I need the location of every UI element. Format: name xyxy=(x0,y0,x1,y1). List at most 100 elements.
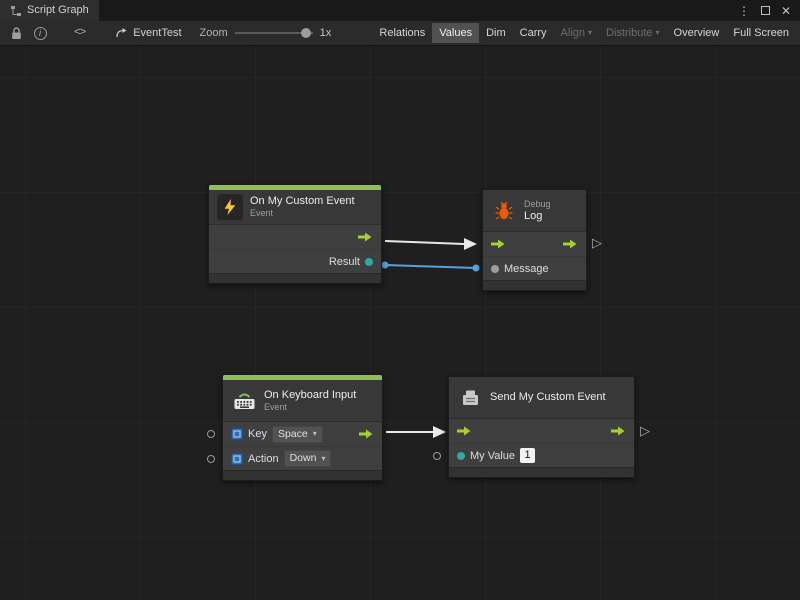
info-icon-glyph: i xyxy=(34,27,47,40)
toolbar-buttons: Relations Values Dim Carry Align ▾ Distr… xyxy=(372,23,796,43)
relations-button[interactable]: Relations xyxy=(372,23,432,43)
graph-file-icon xyxy=(115,27,128,39)
value-input-port-key[interactable] xyxy=(207,430,215,438)
node-body: Key Space ▾ Action Down xyxy=(223,422,382,470)
window-controls: ⋮ ✕ xyxy=(729,0,800,21)
dim-button-label: Dim xyxy=(486,27,506,39)
align-button[interactable]: Align ▾ xyxy=(554,23,599,43)
keycode-type-icon xyxy=(231,428,243,440)
port-row: Message xyxy=(483,256,586,280)
node-footer xyxy=(449,467,634,477)
node-body: Message xyxy=(483,232,586,280)
full-screen-button[interactable]: Full Screen xyxy=(726,23,796,43)
overview-button[interactable]: Overview xyxy=(667,23,727,43)
wire-endpoint-dot xyxy=(382,262,389,269)
action-dropdown[interactable]: Down ▾ xyxy=(284,450,332,467)
align-button-label: Align xyxy=(561,27,585,39)
connection-value-result-to-message[interactable] xyxy=(385,265,476,268)
flow-output-port[interactable] xyxy=(611,426,626,436)
flow-output-port[interactable] xyxy=(359,429,374,439)
node-title: On My Custom Event xyxy=(250,195,355,208)
distribute-button-label: Distribute xyxy=(606,27,652,39)
dim-button[interactable]: Dim xyxy=(479,23,513,43)
carry-button-label: Carry xyxy=(520,27,547,39)
tab-script-graph[interactable]: Script Graph xyxy=(0,0,99,21)
connection-flow-event-to-log[interactable] xyxy=(385,241,464,244)
key-dropdown[interactable]: Space ▾ xyxy=(272,426,323,443)
zoom-slider[interactable] xyxy=(235,26,313,40)
node-body: My Value 1 xyxy=(449,419,634,467)
lock-icon[interactable] xyxy=(4,23,28,44)
code-icon[interactable]: <> xyxy=(74,27,85,39)
graph-name-selector[interactable]: EventTest xyxy=(115,27,181,39)
flow-input-port[interactable] xyxy=(491,239,506,249)
port-label-message: Message xyxy=(504,263,549,275)
node-subtitle: Event xyxy=(264,402,356,413)
menu-icon[interactable]: ⋮ xyxy=(738,5,750,17)
key-dropdown-value: Space xyxy=(278,428,308,441)
close-icon[interactable]: ✕ xyxy=(781,5,791,17)
node-footer xyxy=(223,470,382,480)
port-row: Action Down ▾ xyxy=(223,446,382,470)
chevron-down-icon: ▾ xyxy=(588,29,592,37)
connection-layer xyxy=(0,46,800,600)
node-on-keyboard-input[interactable]: On Keyboard Input Event Key Space ▾ xyxy=(222,374,383,481)
flow-output-port[interactable] xyxy=(358,232,373,242)
value-input-dot-my-value[interactable] xyxy=(457,452,465,460)
branch-marker: ▷ xyxy=(640,424,650,437)
port-row: Result xyxy=(209,249,381,273)
zoom-slider-handle[interactable] xyxy=(301,28,311,38)
maximize-icon[interactable] xyxy=(761,6,770,15)
value-input-port-action[interactable] xyxy=(207,455,215,463)
action-type-icon xyxy=(231,453,243,465)
node-send-my-custom-event[interactable]: Send My Custom Event My Value 1 xyxy=(448,376,635,478)
port-row xyxy=(209,225,381,249)
port-row: My Value 1 xyxy=(449,443,634,467)
connection-arrowhead xyxy=(464,238,477,250)
connection-arrowhead xyxy=(433,426,446,438)
port-label-action: Action xyxy=(248,453,279,465)
script-graph-icon xyxy=(10,5,22,17)
flow-output-port[interactable] xyxy=(563,239,578,249)
node-title: Log xyxy=(524,210,551,223)
flow-input-port[interactable] xyxy=(457,426,472,436)
carry-button[interactable]: Carry xyxy=(513,23,554,43)
action-dropdown-value: Down xyxy=(290,452,317,465)
chevron-down-icon: ▾ xyxy=(313,430,317,438)
node-subtitle: Event xyxy=(250,208,355,219)
node-category: Debug xyxy=(524,199,551,210)
port-row xyxy=(483,232,586,256)
node-on-my-custom-event[interactable]: On My Custom Event Event Result xyxy=(208,184,382,284)
node-debug-log[interactable]: Debug Log Message xyxy=(482,189,587,291)
my-value-input[interactable]: 1 xyxy=(520,448,535,463)
distribute-button[interactable]: Distribute ▾ xyxy=(599,23,666,43)
port-row xyxy=(449,419,634,443)
node-header: On My Custom Event Event xyxy=(209,190,381,225)
values-button[interactable]: Values xyxy=(432,23,479,43)
node-footer xyxy=(209,273,381,283)
relations-button-label: Relations xyxy=(379,27,425,39)
graph-name: EventTest xyxy=(133,27,181,39)
overview-button-label: Overview xyxy=(674,27,720,39)
port-label-my-value: My Value xyxy=(470,450,515,462)
node-body: Result xyxy=(209,225,381,273)
chevron-down-icon: ▾ xyxy=(321,455,325,463)
node-title: Send My Custom Event xyxy=(490,391,606,404)
keyboard-icon xyxy=(231,388,257,414)
titlebar: Script Graph ⋮ ✕ xyxy=(0,0,800,21)
value-input-port-my-value[interactable] xyxy=(433,452,441,460)
node-header: On Keyboard Input Event xyxy=(223,380,382,422)
zoom-control: Zoom 1x xyxy=(200,26,332,40)
node-footer xyxy=(483,280,586,290)
values-button-label: Values xyxy=(439,27,472,39)
value-input-port-message[interactable] xyxy=(491,265,499,273)
graph-canvas[interactable]: On My Custom Event Event Result xyxy=(0,46,800,600)
node-header: Debug Log xyxy=(483,190,586,232)
full-screen-button-label: Full Screen xyxy=(733,27,789,39)
zoom-label: Zoom xyxy=(200,27,228,39)
chevron-down-icon: ▾ xyxy=(656,29,660,37)
graph-toolbar: i <> EventTest Zoom 1x Relations Values xyxy=(0,21,800,46)
value-output-port-result[interactable] xyxy=(365,258,373,266)
wire-endpoint-dot xyxy=(473,265,480,272)
info-icon[interactable]: i xyxy=(28,23,52,44)
